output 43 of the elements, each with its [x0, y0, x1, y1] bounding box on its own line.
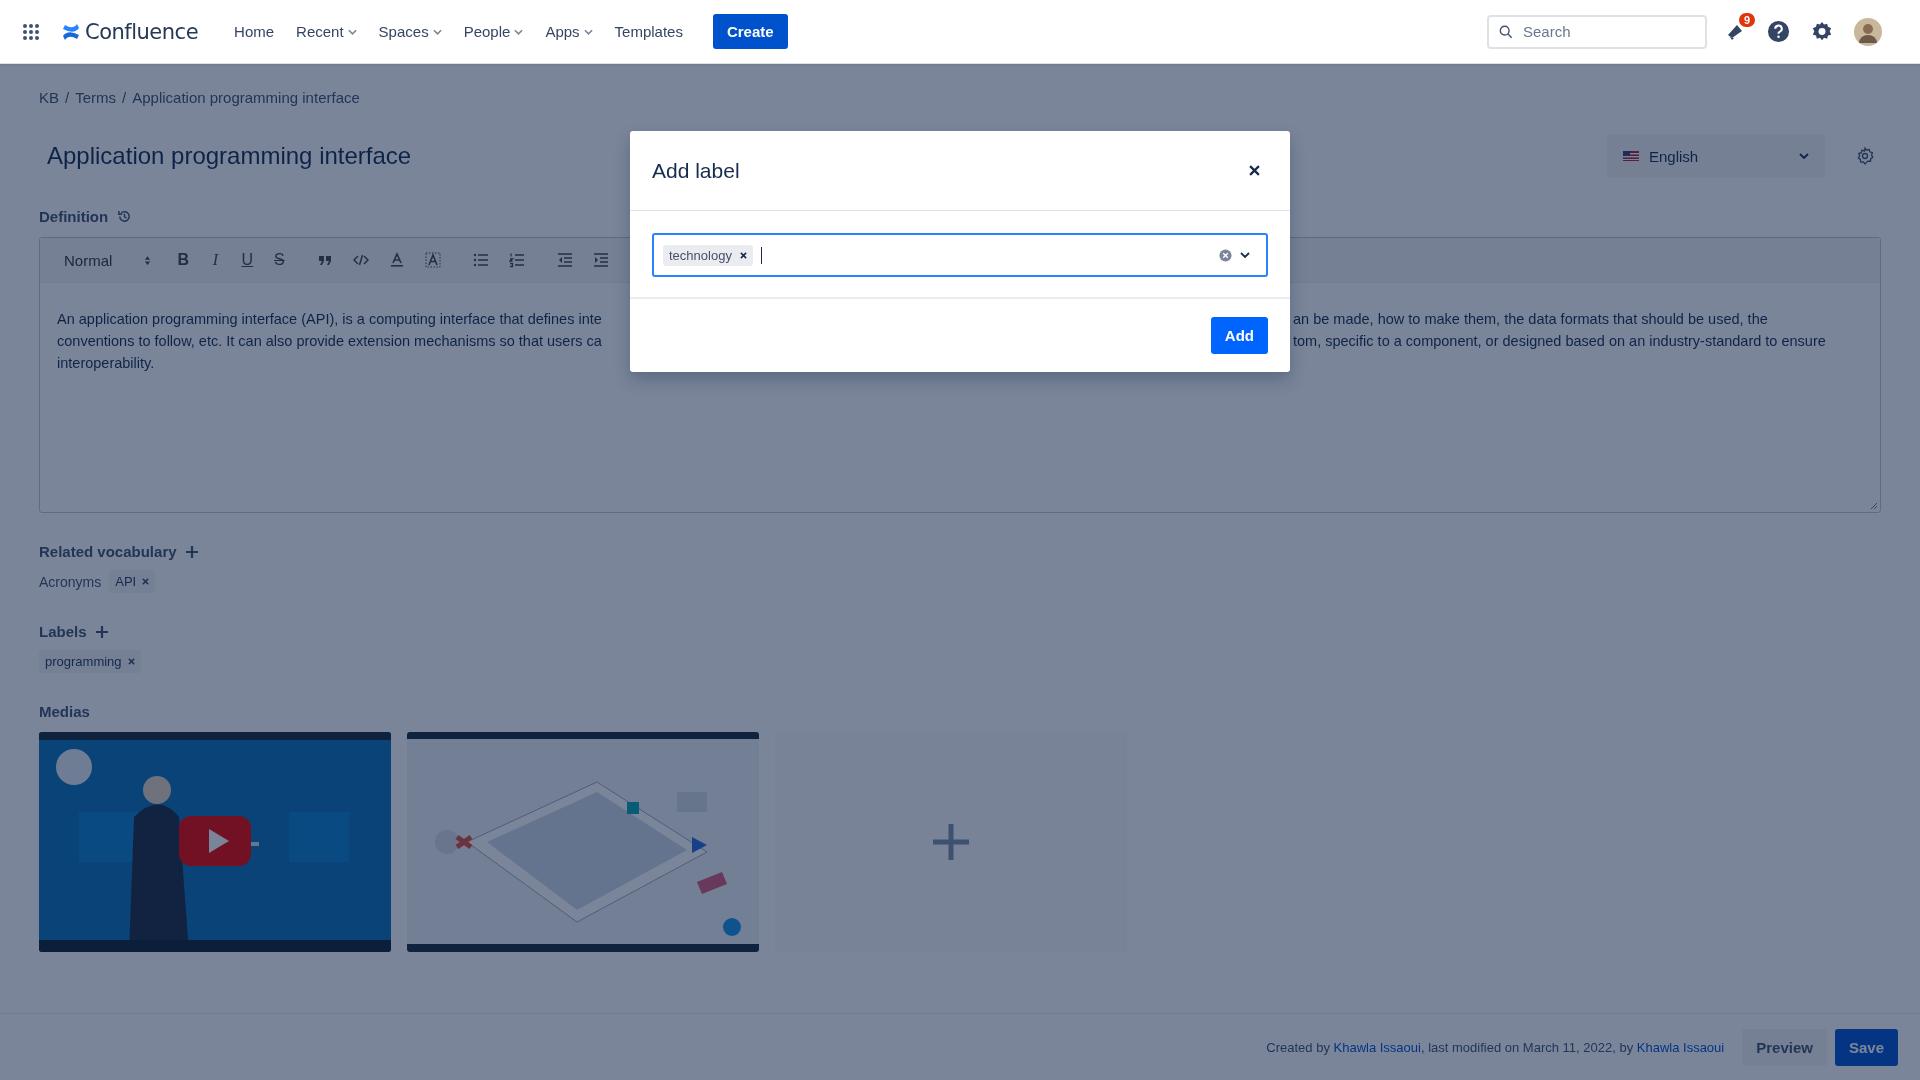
add-button[interactable]: Add — [1210, 317, 1268, 354]
search-field[interactable]: Search — [1487, 14, 1707, 49]
nav-link[interactable]: Home — [224, 17, 285, 46]
section-label: Definition — [39, 208, 109, 225]
editor-text: an be made, how to make them, the data formats that should be used, the — [1293, 310, 1768, 329]
tag: programming — [39, 650, 141, 673]
tag: technology — [663, 244, 753, 266]
page-title: Application programming interface — [47, 142, 412, 170]
author-link[interactable]: Khawla Issaoui — [1333, 1039, 1421, 1055]
style-select[interactable]: Normal — [58, 250, 158, 270]
create-button[interactable]: Create — [712, 14, 788, 49]
breadcrumb-link[interactable]: Terms — [75, 89, 117, 106]
format-button[interactable]: I — [205, 251, 226, 269]
nav-link[interactable]: Apps — [535, 17, 603, 46]
tag: API — [109, 570, 156, 593]
notification-badge: 9 — [1738, 12, 1755, 27]
format-button[interactable]: B — [173, 251, 194, 269]
preview-button[interactable]: Preview — [1742, 1028, 1827, 1066]
author-link[interactable]: Khawla Issaoui — [1636, 1039, 1725, 1055]
editor-text: conventions to follow, etc. It can also provide extension mechanisms so that users ca — [57, 332, 602, 351]
format-button[interactable]: U — [237, 251, 258, 269]
page-credit: Created by Khawla Issaoui, last modified on March 11, 2022, by Khawla Issaoui — [1266, 1039, 1725, 1055]
save-button[interactable]: Save — [1834, 1028, 1898, 1066]
dialog-title: Add label — [652, 158, 740, 183]
nav-link[interactable]: Spaces — [368, 17, 452, 46]
editor-text: An application programming interface (API), is a computing interface that defines inte — [57, 310, 602, 329]
label-select-field[interactable]: technology — [652, 233, 1268, 277]
language-select[interactable]: English — [1607, 134, 1825, 178]
editor-text: interoperability. — [57, 354, 155, 373]
section-label: Medias — [39, 703, 90, 720]
product-name[interactable]: Confluence — [85, 19, 199, 44]
section-label: Labels — [39, 623, 87, 640]
editor-text: tom, specific to a component, or designed based on an industry-standard to ensure — [1293, 332, 1826, 351]
breadcrumb-link[interactable]: KB — [39, 89, 59, 106]
nav-link[interactable]: People — [453, 17, 534, 46]
nav-link[interactable]: Templates — [604, 17, 693, 46]
section-label: Related vocabulary — [39, 543, 177, 560]
format-button[interactable]: S — [269, 251, 290, 269]
breadcrumb-separator: / — [65, 89, 70, 106]
breadcrumb-link[interactable]: Application programming interface — [132, 89, 360, 106]
breadcrumb-separator: / — [122, 89, 127, 106]
group-name: Acronyms — [39, 573, 102, 590]
nav-link[interactable]: Recent — [286, 17, 367, 46]
